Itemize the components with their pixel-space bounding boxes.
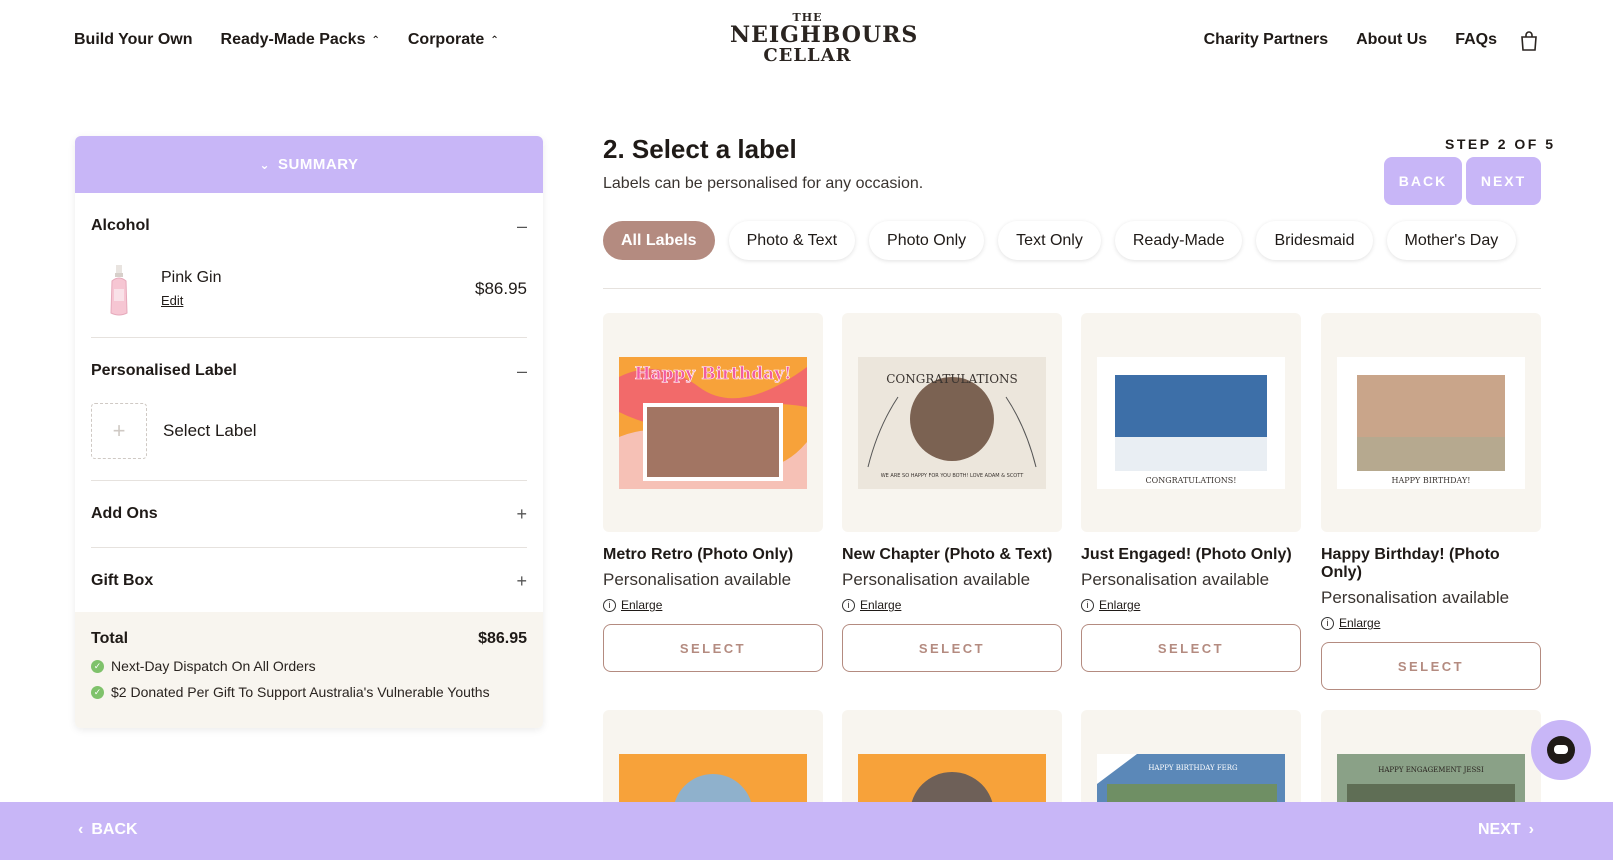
svg-text:CONGRATULATIONS: CONGRATULATIONS	[886, 372, 1018, 386]
total-value: $86.95	[478, 630, 527, 647]
back-button[interactable]: BACK	[1384, 157, 1462, 205]
nav-build-your-own[interactable]: Build Your Own	[74, 31, 193, 49]
label-preview-image[interactable]: CONGRATULATIONS!	[1081, 313, 1301, 532]
bottom-nav-bar: ‹ BACK NEXT ›	[0, 802, 1613, 860]
nav-charity-partners[interactable]: Charity Partners	[1204, 31, 1329, 49]
label-preview-image[interactable]: Happy Birthday!	[603, 313, 823, 532]
label-card: Happy Birthday! Metro Retro (Photo Only)…	[603, 313, 823, 672]
cart-item: Pink Gin Edit $86.95	[91, 253, 527, 325]
select-button[interactable]: SELECT	[1081, 624, 1301, 672]
step-indicator: STEP 2 OF 5	[1445, 136, 1556, 152]
total-label: Total	[91, 630, 129, 647]
filter-all-labels[interactable]: All Labels	[603, 221, 715, 260]
info-icon: i	[842, 598, 855, 612]
order-summary: ⌄ SUMMARY Alcohol – Pink Gin Edit $86.95…	[75, 136, 543, 728]
add-ons-section: Add Ons +	[91, 481, 527, 548]
enlarge-link[interactable]: i Enlarge	[603, 598, 823, 612]
filter-bridesmaid[interactable]: Bridesmaid	[1256, 221, 1373, 260]
label-name: Just Engaged! (Photo Only)	[1081, 546, 1292, 563]
svg-text:HAPPY BIRTHDAY!: HAPPY BIRTHDAY!	[1392, 476, 1471, 485]
cart-icon[interactable]	[1518, 30, 1540, 52]
svg-text:HAPPY BIRTHDAY FERG: HAPPY BIRTHDAY FERG	[1148, 764, 1238, 772]
filter-photo-only[interactable]: Photo Only	[869, 221, 985, 260]
svg-text:HAPPY ENGAGEMENT JESSI: HAPPY ENGAGEMENT JESSI	[1378, 766, 1484, 774]
label-preview-image[interactable]: HAPPY BIRTHDAY!	[1321, 313, 1541, 532]
add-ons-header[interactable]: Add Ons +	[91, 481, 527, 547]
personalised-label-header[interactable]: Personalised Label –	[91, 338, 527, 404]
select-label-slot[interactable]: + Select Label	[91, 402, 527, 460]
minus-icon: –	[516, 215, 527, 236]
label-card: HAPPY BIRTHDAY! Happy Birthday! (Photo O…	[1321, 313, 1541, 690]
page-subtitle: Labels can be personalised for any occas…	[603, 175, 924, 192]
filter-text-only[interactable]: Text Only	[998, 221, 1101, 260]
check-icon: ✓	[91, 685, 104, 699]
chevron-left-icon: ‹	[78, 821, 84, 838]
page-title: 2. Select a label	[603, 134, 797, 164]
select-button[interactable]: SELECT	[603, 624, 823, 672]
next-button[interactable]: NEXT	[1466, 157, 1541, 205]
divider	[603, 288, 1541, 289]
item-name: Pink Gin	[161, 268, 222, 286]
label-preview-image[interactable]: CONGRATULATIONS WE ARE SO HAPPY FOR YOU …	[842, 313, 1062, 532]
label-note: Personalisation available	[842, 570, 1031, 589]
chevron-up-icon: ⌃	[371, 34, 380, 46]
label-note: Personalisation available	[1081, 570, 1270, 589]
label-card: CONGRATULATIONS WE ARE SO HAPPY FOR YOU …	[842, 313, 1062, 672]
select-button[interactable]: SELECT	[1321, 642, 1541, 690]
info-icon: i	[603, 598, 616, 612]
label-filters: All Labels Photo & Text Photo Only Text …	[603, 221, 1517, 260]
minus-icon: –	[516, 360, 527, 381]
item-price: $86.95	[475, 279, 527, 298]
chat-icon	[1547, 736, 1575, 764]
edit-item-link[interactable]: Edit	[161, 293, 183, 308]
label-name: New Chapter (Photo & Text)	[842, 546, 1053, 563]
bottom-back-button[interactable]: ‹ BACK	[78, 821, 138, 839]
plus-icon: +	[516, 503, 527, 524]
chevron-up-icon: ⌃	[490, 34, 499, 46]
select-button[interactable]: SELECT	[842, 624, 1062, 672]
nav-corporate[interactable]: Corporate ⌃	[408, 31, 499, 49]
enlarge-link[interactable]: i Enlarge	[1081, 598, 1301, 612]
label-name: Happy Birthday! (Photo Only)	[1321, 546, 1500, 581]
personalised-label-section: Personalised Label – + Select Label	[91, 338, 527, 481]
svg-text:CONGRATULATIONS!: CONGRATULATIONS!	[1146, 476, 1237, 485]
nav-faqs[interactable]: FAQs	[1455, 31, 1497, 49]
chevron-down-icon: ⌄	[259, 157, 271, 172]
plus-icon: +	[516, 570, 527, 591]
site-header: Build Your Own Ready-Made Packs ⌃ Corpora…	[0, 0, 1613, 84]
label-note: Personalisation available	[603, 570, 792, 589]
primary-nav: Build Your Own Ready-Made Packs ⌃ Corpora…	[74, 31, 499, 49]
chat-launcher[interactable]	[1531, 720, 1591, 780]
info-icon: i	[1081, 598, 1094, 612]
perk-dispatch: ✓ Next-Day Dispatch On All Orders	[91, 658, 527, 674]
check-icon: ✓	[91, 659, 104, 673]
perk-donation: ✓ $2 Donated Per Gift To Support Austral…	[91, 684, 527, 700]
nav-about-us[interactable]: About Us	[1356, 31, 1427, 49]
filter-ready-made[interactable]: Ready-Made	[1114, 221, 1243, 260]
chevron-right-icon: ›	[1528, 821, 1534, 838]
label-note: Personalisation available	[1321, 588, 1510, 607]
enlarge-link[interactable]: i Enlarge	[842, 598, 1062, 612]
svg-text:WE ARE SO HAPPY FOR YOU BOTH!: WE ARE SO HAPPY FOR YOU BOTH! LOVE ADAM …	[881, 473, 1024, 479]
label-name: Metro Retro (Photo Only)	[603, 546, 794, 563]
svg-text:Happy Birthday!: Happy Birthday!	[635, 364, 792, 384]
alcohol-header[interactable]: Alcohol –	[91, 193, 527, 259]
bottom-next-button[interactable]: NEXT ›	[1478, 821, 1534, 839]
filter-photo-text[interactable]: Photo & Text	[728, 221, 856, 260]
gift-box-header[interactable]: Gift Box +	[91, 548, 527, 614]
plus-icon: +	[91, 403, 147, 459]
gift-box-section: Gift Box +	[91, 548, 527, 614]
total-area: Total $86.95 ✓ Next-Day Dispatch On All …	[75, 612, 543, 728]
summary-toggle[interactable]: ⌄ SUMMARY	[75, 136, 543, 193]
nav-ready-made-packs[interactable]: Ready-Made Packs ⌃	[221, 31, 380, 49]
secondary-nav: Charity Partners About Us FAQs	[1204, 31, 1497, 49]
enlarge-link[interactable]: i Enlarge	[1321, 616, 1541, 630]
label-card: CONGRATULATIONS! Just Engaged! (Photo On…	[1081, 313, 1301, 672]
pink-gin-bottle-image	[91, 261, 147, 317]
site-logo[interactable]: THE NEIGHBOURS CELLAR	[730, 12, 917, 72]
alcohol-section: Alcohol – Pink Gin Edit $86.95	[91, 193, 527, 338]
filter-mothers-day[interactable]: Mother's Day	[1386, 221, 1517, 260]
info-icon: i	[1321, 616, 1334, 630]
